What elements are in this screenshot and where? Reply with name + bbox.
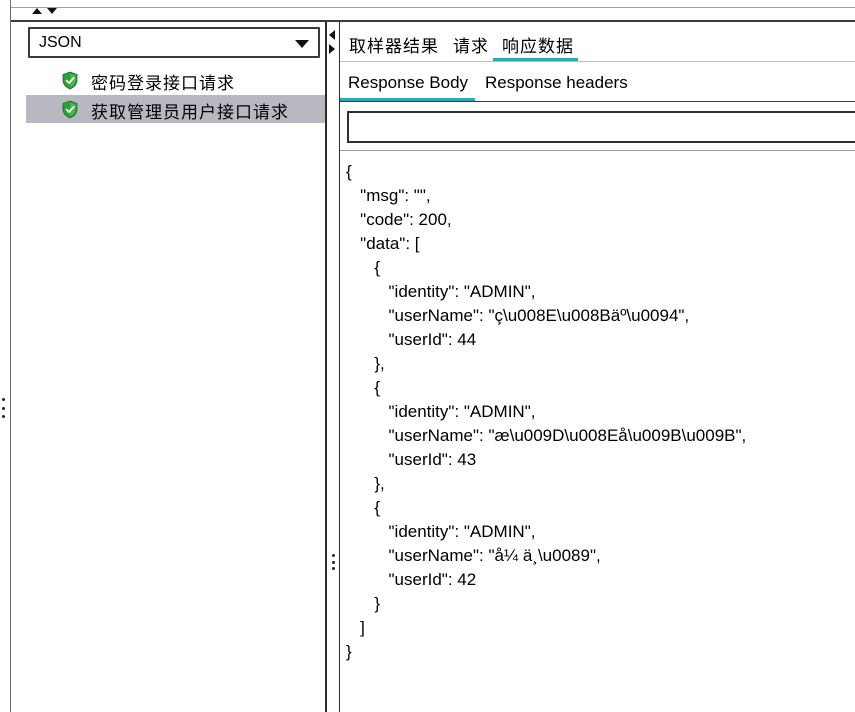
response-body-line: "userId": 44: [388, 330, 477, 349]
collapse-expand-arrows[interactable]: [32, 8, 57, 14]
format-select-value: JSON: [39, 34, 82, 51]
splitter-left-border: [325, 22, 327, 712]
splitter-drag-handle[interactable]: [330, 554, 336, 570]
response-body-line: "userName": "ç\u008E\u008Bäº\u0094",: [388, 306, 690, 325]
response-body-line: "userName": "æ\u009D\u008Eå\u009B\u009B"…: [388, 426, 747, 445]
response-body-line: "identity": "ADMIN",: [388, 522, 536, 541]
response-body-line: }: [346, 642, 352, 661]
chevron-down-icon[interactable]: [295, 40, 309, 48]
top-divider: [11, 7, 855, 8]
collapse-left-icon[interactable]: [329, 30, 335, 40]
response-body-line: {: [374, 498, 381, 517]
response-body-line: "code": 200,: [360, 210, 452, 229]
outer-drag-handle[interactable]: [0, 398, 6, 418]
response-body-line: "identity": "ADMIN",: [388, 282, 536, 301]
response-body-line: }: [374, 594, 381, 613]
response-body-line: },: [374, 354, 385, 373]
tree-item-password-login[interactable]: 密码登录接口请求: [26, 66, 325, 94]
response-body-line: "userName": "å¼ ä¸\u0089",: [388, 546, 601, 565]
response-body-line: "msg": "",: [360, 186, 431, 205]
response-body-line: "identity": "ADMIN",: [388, 402, 536, 421]
response-body-line: {: [346, 162, 352, 181]
shield-check-icon: [62, 100, 78, 119]
tab-sampler-result[interactable]: 取样器结果: [349, 32, 439, 57]
shield-check-icon: [62, 71, 78, 90]
top-splitter[interactable]: [11, 20, 855, 22]
subtab-response-headers[interactable]: Response headers: [485, 73, 628, 93]
splitter-right-border: [339, 22, 340, 712]
response-body-line: {: [374, 378, 381, 397]
response-body-line: "userId": 43: [388, 450, 477, 469]
tabs-divider: [340, 61, 855, 62]
outer-border: [10, 0, 11, 712]
subtab-response-body[interactable]: Response Body: [348, 73, 468, 93]
response-body-line: "data": [: [360, 234, 420, 253]
response-body-line: "userId": 42: [388, 570, 477, 589]
format-select[interactable]: JSON: [28, 27, 320, 58]
search-divider: [340, 150, 855, 151]
expand-down-icon[interactable]: [47, 8, 57, 14]
expand-right-icon[interactable]: [329, 44, 335, 54]
response-body-line: {: [374, 258, 381, 277]
response-body-text: { "msg": "", "code": 200, "data": [ { "i…: [346, 160, 746, 664]
search-input[interactable]: [347, 111, 855, 143]
response-body-line: },: [374, 474, 385, 493]
response-body-line: ]: [360, 618, 365, 637]
splitter-arrows[interactable]: [329, 30, 335, 54]
collapse-up-icon[interactable]: [32, 8, 42, 14]
tab-request[interactable]: 请求: [453, 32, 489, 57]
tree-item-label: 获取管理员用户接口请求: [91, 103, 289, 123]
tab-response-data[interactable]: 响应数据: [502, 32, 574, 57]
subtabs-divider: [340, 101, 855, 102]
tree-item-get-admin-users[interactable]: 获取管理员用户接口请求: [26, 95, 325, 123]
tree-item-label: 密码登录接口请求: [91, 74, 235, 94]
